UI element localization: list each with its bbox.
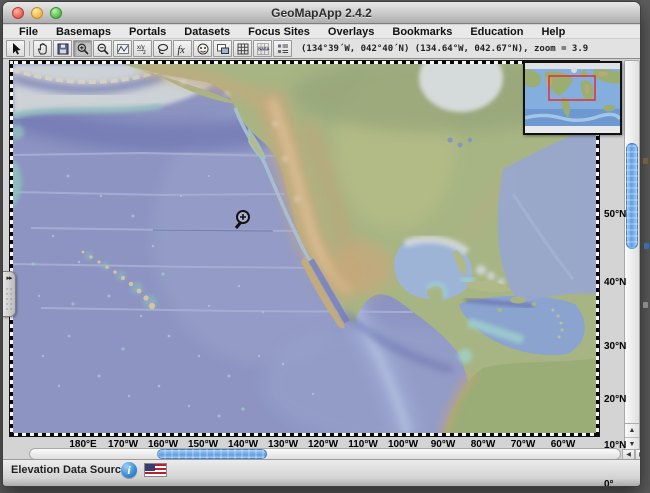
function-fx-button[interactable]: fx xyxy=(173,40,192,57)
app-window: GeoMapApp 2.4.2 File Basemaps Portals Da… xyxy=(2,1,641,487)
vertical-scrollbar[interactable]: ▲ ▼ xyxy=(624,60,640,450)
toolbar: x/yz fx NASA (134°39´W, 042°40´N) (134.6… xyxy=(3,39,640,58)
overlay-window-button[interactable] xyxy=(213,40,232,57)
zoom-in-button[interactable] xyxy=(73,40,92,57)
lasso-button[interactable] xyxy=(153,40,172,57)
overlay-window-icon xyxy=(216,42,230,56)
svg-text:fx: fx xyxy=(177,45,185,56)
map-tick-border-top xyxy=(10,61,599,64)
toolbar-separator xyxy=(29,41,30,56)
select-arrow-icon xyxy=(9,42,23,56)
zoom-window-button[interactable] xyxy=(50,7,62,19)
focus-face-icon xyxy=(196,42,210,56)
menu-portals[interactable]: Portals xyxy=(120,25,175,39)
pan-hand-icon xyxy=(36,42,50,56)
save-button[interactable] xyxy=(53,40,72,57)
svg-text:NASA: NASA xyxy=(258,46,269,51)
lat-label: 0° xyxy=(604,479,614,487)
menu-bookmarks[interactable]: Bookmarks xyxy=(383,25,461,39)
grid-button[interactable] xyxy=(233,40,252,57)
titlebar[interactable]: GeoMapApp 2.4.2 xyxy=(3,2,640,24)
desktop-speck xyxy=(643,302,648,308)
select-arrow-button[interactable] xyxy=(6,40,25,57)
lat-label: 10°N xyxy=(604,440,626,451)
window-title: GeoMapApp 2.4.2 xyxy=(3,2,640,24)
menu-datasets[interactable]: Datasets xyxy=(175,25,239,39)
map-panel[interactable] xyxy=(9,60,600,437)
map-tick-border-left xyxy=(10,61,13,436)
zoom-out-icon xyxy=(96,42,110,56)
lat-label: 40°N xyxy=(604,277,626,288)
function-fx-icon: fx xyxy=(176,42,190,56)
contour-xyz-icon: x/yz xyxy=(136,42,150,56)
pan-hand-button[interactable] xyxy=(33,40,52,57)
lat-label: 50°N xyxy=(604,209,626,220)
menu-help[interactable]: Help xyxy=(532,25,574,39)
profile-tool-icon xyxy=(116,42,130,56)
layers-list-icon xyxy=(276,42,290,56)
contour-xyz-button[interactable]: x/yz xyxy=(133,40,152,57)
save-icon xyxy=(56,42,70,56)
vertical-scrollbar-thumb[interactable] xyxy=(626,143,638,249)
lat-label: 20°N xyxy=(604,394,626,405)
svg-text:z: z xyxy=(143,50,146,56)
menu-education[interactable]: Education xyxy=(461,25,532,39)
zoom-in-icon xyxy=(76,42,90,56)
grid-icon xyxy=(236,42,250,56)
map-workspace: 50°N 40°N 30°N 20°N 10°N 0° 180°E 170°W … xyxy=(3,58,640,459)
menu-file[interactable]: File xyxy=(10,25,47,39)
lat-label: 30°N xyxy=(604,341,626,352)
status-label: Elevation Data Sources xyxy=(11,460,133,480)
zoom-out-button[interactable] xyxy=(93,40,112,57)
double-right-arrow-icon: ▸▸ xyxy=(3,272,15,286)
menu-overlays[interactable]: Overlays xyxy=(319,25,383,39)
menu-focus-sites[interactable]: Focus Sites xyxy=(239,25,319,39)
scroll-up-arrow[interactable]: ▲ xyxy=(625,424,639,437)
overview-world-image xyxy=(525,63,620,133)
window-bottom-frame xyxy=(3,479,640,486)
us-flag-icon[interactable] xyxy=(144,463,167,477)
desktop-speck xyxy=(644,243,649,249)
info-icon[interactable]: i xyxy=(121,462,137,478)
profile-tool-button[interactable] xyxy=(113,40,132,57)
lasso-icon xyxy=(156,42,170,56)
close-button[interactable] xyxy=(12,7,24,19)
map-image[interactable] xyxy=(13,64,598,435)
panel-expand-tab[interactable]: ▸▸ xyxy=(3,271,16,317)
menu-basemaps[interactable]: Basemaps xyxy=(47,25,120,39)
layers-list-button[interactable] xyxy=(273,40,292,57)
zoom-cursor-icon xyxy=(232,208,254,230)
statusbar: Elevation Data Sources i xyxy=(3,459,640,479)
coordinate-readout: (134°39´W, 042°40´N) (134.64°W, 042.67°N… xyxy=(301,44,588,54)
horizontal-scrollbar-thumb[interactable] xyxy=(157,449,267,459)
overview-inset-map[interactable] xyxy=(523,61,622,135)
wms-grid-icon: NASA xyxy=(256,42,270,56)
desktop-speck xyxy=(643,158,648,164)
focus-face-button[interactable] xyxy=(193,40,212,57)
grip-texture xyxy=(5,287,13,313)
minimize-button[interactable] xyxy=(31,7,43,19)
wms-grid-button[interactable]: NASA xyxy=(253,40,272,57)
map-tick-border-bottom xyxy=(10,433,599,436)
menubar: File Basemaps Portals Datasets Focus Sit… xyxy=(3,25,640,39)
